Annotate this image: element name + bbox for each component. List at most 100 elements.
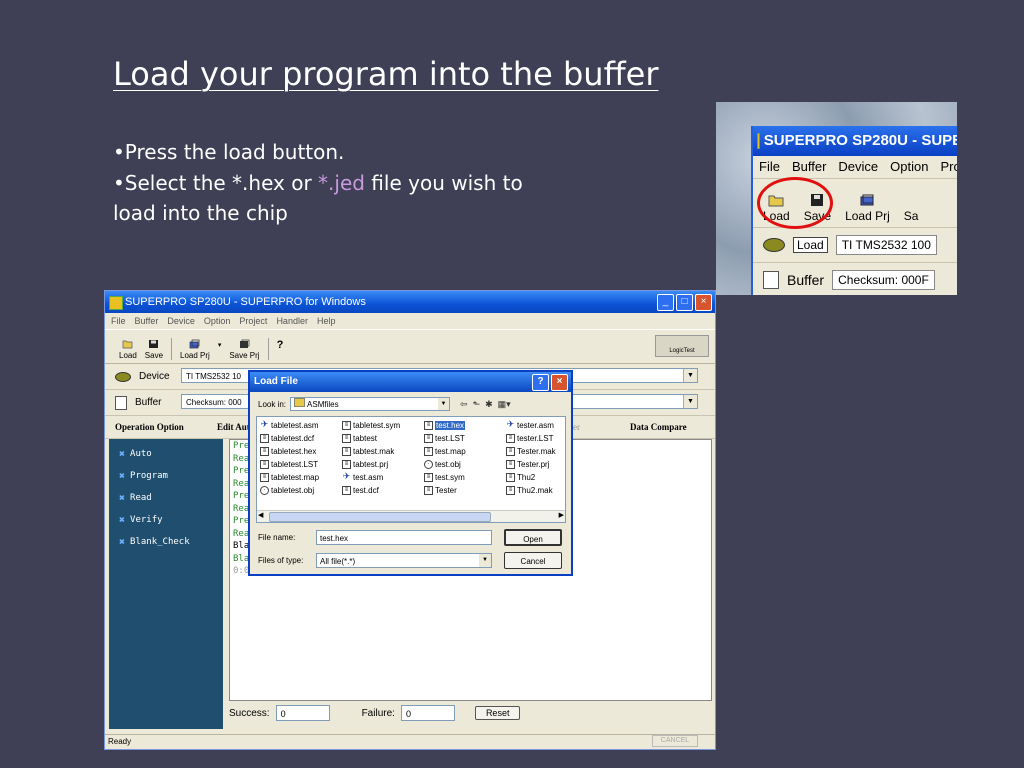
zoom-device-field[interactable]: TI TMS2532 100 — [835, 235, 937, 255]
menu-buffer[interactable]: Buffer — [135, 313, 159, 329]
dialog-title-bar: Load File ? × — [250, 372, 571, 392]
file-item[interactable]: ≡ Tester.prj — [506, 458, 556, 471]
up-folder-icon[interactable]: ⬑ — [473, 399, 481, 410]
file-item[interactable]: ≡ test.map — [424, 445, 466, 458]
operation-verify[interactable]: ✖ Verify — [109, 509, 223, 531]
file-item[interactable]: ≡ tabtest.prj — [342, 458, 400, 471]
menu-help[interactable]: Help — [317, 313, 336, 329]
file-item[interactable]: ≡ tabletest.dcf — [260, 432, 319, 445]
folder-icon — [294, 398, 306, 407]
file-icon: ≡ — [506, 447, 515, 456]
menu-option[interactable]: Option — [204, 313, 231, 329]
file-icon: ≡ — [342, 486, 351, 495]
close-icon[interactable]: × — [551, 374, 568, 391]
cancel-button[interactable]: Cancel — [504, 552, 562, 569]
help-button[interactable]: ? — [277, 339, 284, 351]
chevron-down-icon[interactable]: ▼ — [683, 369, 697, 382]
view-menu-icon[interactable]: ▦▾ — [498, 399, 511, 410]
chevron-down-icon[interactable]: ▼ — [438, 398, 450, 410]
app-logo-icon — [757, 133, 760, 149]
file-item[interactable]: ≡ tabtest.mak — [342, 445, 400, 458]
zoom-load-project-button[interactable]: Load Prj — [845, 193, 890, 223]
zoom-buffer-row: Buffer Checksum: 000F — [753, 263, 957, 295]
operation-program[interactable]: ✖ Program — [109, 465, 223, 487]
look-in-row: Look in: ASMfiles ▼ ⇦ ⬑ ✱ ▦▾ — [250, 392, 571, 416]
zoom-menu-buffer[interactable]: Buffer — [792, 156, 826, 178]
file-column: ≡ test.hex ≡ test.LST ≡ test.map · test.obj … — [424, 419, 466, 497]
project-icon — [190, 339, 200, 349]
status-text: Ready — [108, 737, 132, 746]
file-item[interactable]: ✈ tester.asm — [506, 419, 556, 432]
asm-file-icon: ✈ — [506, 419, 515, 430]
maximize-icon[interactable]: □ — [676, 294, 693, 311]
menu-project[interactable]: Project — [239, 313, 267, 329]
file-item[interactable]: ≡ Tester.mak — [506, 445, 556, 458]
zoom-menu-option[interactable]: Option — [890, 156, 928, 178]
eye-icon — [763, 238, 785, 252]
file-item[interactable]: ≡ tabletest.sym — [342, 419, 400, 432]
file-item[interactable]: ≡ tabletest.map — [260, 471, 319, 484]
menu-device[interactable]: Device — [167, 313, 195, 329]
file-item[interactable]: ≡ tabtest — [342, 432, 400, 445]
scroll-right-icon[interactable]: ▶ — [559, 511, 564, 519]
file-item[interactable]: ✈ test.asm — [342, 471, 400, 484]
file-item[interactable]: ≡ tabletest.LST — [260, 458, 319, 471]
file-item[interactable]: · tabletest.obj — [260, 484, 319, 497]
file-item[interactable]: ≡ test.dcf — [342, 484, 400, 497]
minimize-icon[interactable]: _ — [657, 294, 674, 311]
file-icon: ≡ — [260, 473, 269, 482]
save-project-button[interactable]: Save Prj — [229, 339, 260, 360]
operation-icon: ✖ — [119, 514, 126, 526]
file-name-row: File name: test.hex — [258, 530, 492, 545]
zoom-menu-file[interactable]: File — [759, 156, 780, 178]
save-button[interactable]: Save — [145, 339, 163, 360]
close-icon[interactable]: × — [695, 294, 712, 311]
file-item[interactable]: ≡ tabletest.hex — [260, 445, 319, 458]
file-icon: ≡ — [342, 460, 351, 469]
zoom-menu-project[interactable]: Proje — [940, 156, 957, 178]
app-toolbar: Load Save Load Prj ▾ Save Prj ? LogicTes… — [105, 329, 715, 364]
chevron-down-icon[interactable]: ▼ — [683, 395, 697, 408]
reset-button[interactable]: Reset — [474, 706, 521, 720]
open-button[interactable]: Open — [504, 529, 562, 546]
cancel-status-button[interactable]: CANCEL — [652, 735, 698, 747]
menu-file[interactable]: File — [111, 313, 126, 329]
file-name-input[interactable]: test.hex — [316, 530, 492, 545]
file-item[interactable]: ✈ tabletest.asm — [260, 419, 319, 432]
file-item[interactable]: ≡ tester.LST — [506, 432, 556, 445]
file-item-selected[interactable]: ≡ test.hex — [424, 419, 466, 432]
back-arrow-icon[interactable]: ⇦ — [460, 399, 468, 410]
file-item[interactable]: ≡ test.LST — [424, 432, 466, 445]
operation-read[interactable]: ✖ Read — [109, 487, 223, 509]
new-folder-icon[interactable]: ✱ — [485, 399, 493, 410]
operation-blank-check[interactable]: ✖ Blank_Check — [109, 531, 223, 553]
file-icon: ≡ — [424, 473, 433, 482]
file-item[interactable]: ≡ Tester — [424, 484, 466, 497]
operation-auto[interactable]: ✖ Auto — [109, 443, 223, 465]
scrollbar-thumb[interactable] — [269, 512, 491, 522]
load-button[interactable]: Load — [119, 339, 137, 360]
zoom-buffer-label: Buffer — [787, 272, 825, 288]
file-type-select[interactable]: All file(*.*) ▼ — [316, 553, 492, 568]
file-item[interactable]: ≡ Thu2.mak — [506, 484, 556, 497]
file-item[interactable]: ≡ Thu2 — [506, 471, 556, 484]
logictest-logo: LogicTest — [655, 335, 709, 357]
menu-handler[interactable]: Handler — [276, 313, 308, 329]
dropdown-arrow-icon[interactable]: ▾ — [218, 341, 222, 349]
load-project-button[interactable]: Load Prj — [180, 339, 210, 360]
help-icon[interactable]: ? — [532, 374, 549, 391]
file-item[interactable]: · test.obj — [424, 458, 466, 471]
zoom-device-load-button[interactable]: Load — [793, 237, 828, 253]
chevron-down-icon[interactable]: ▼ — [479, 554, 491, 567]
file-item[interactable]: ≡ test.sym — [424, 471, 466, 484]
failure-count-field: 0 — [400, 705, 455, 721]
dialog-controls: ? × — [532, 374, 568, 391]
file-icon: ≡ — [260, 447, 269, 456]
zoom-menu-device[interactable]: Device — [838, 156, 878, 178]
file-list: ✈ tabletest.asm ≡ tabletest.dcf ≡ tabletest… — [256, 416, 566, 523]
zoomed-toolbar-image: SUPERPRO SP280U - SUPER File Buffer Devi… — [716, 102, 957, 295]
horizontal-scrollbar[interactable]: ◀ ▶ — [257, 510, 565, 522]
look-in-select[interactable]: ASMfiles ▼ — [290, 397, 451, 411]
zoom-more-button[interactable]: Sa — [904, 209, 919, 223]
scroll-left-icon[interactable]: ◀ — [258, 511, 263, 519]
